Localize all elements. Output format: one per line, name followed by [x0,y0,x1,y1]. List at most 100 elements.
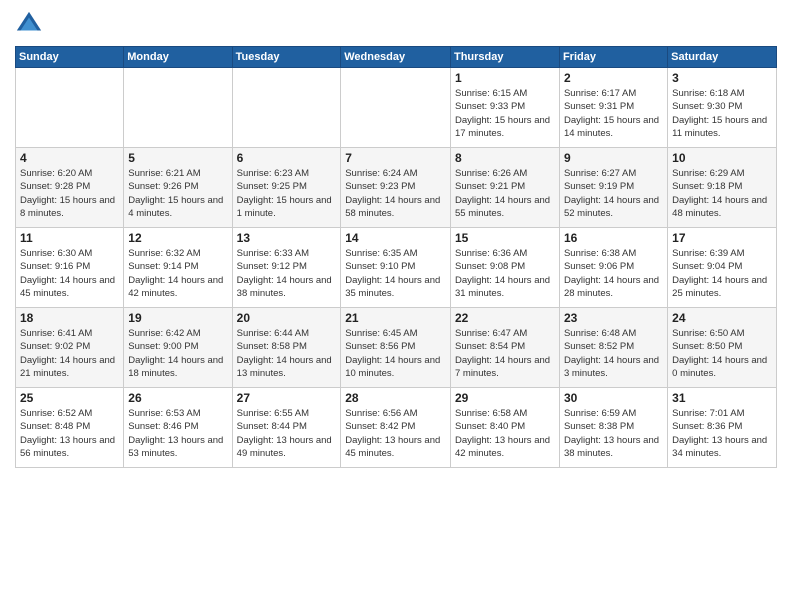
calendar-cell: 10 Sunrise: 6:29 AM Sunset: 9:18 PM Dayli… [668,148,777,228]
day-info: Sunrise: 6:56 AM Sunset: 8:42 PM Dayligh… [345,407,446,460]
day-info: Sunrise: 6:27 AM Sunset: 9:19 PM Dayligh… [564,167,663,220]
calendar-cell: 31 Sunrise: 7:01 AM Sunset: 8:36 PM Dayli… [668,388,777,468]
calendar-week-5: 25 Sunrise: 6:52 AM Sunset: 8:48 PM Dayli… [16,388,777,468]
day-number: 3 [672,71,772,85]
day-info: Sunrise: 7:01 AM Sunset: 8:36 PM Dayligh… [672,407,772,460]
calendar-week-2: 4 Sunrise: 6:20 AM Sunset: 9:28 PM Daylig… [16,148,777,228]
day-number: 28 [345,391,446,405]
day-info: Sunrise: 6:59 AM Sunset: 8:38 PM Dayligh… [564,407,663,460]
day-info: Sunrise: 6:58 AM Sunset: 8:40 PM Dayligh… [455,407,555,460]
day-number: 13 [237,231,337,245]
day-info: Sunrise: 6:20 AM Sunset: 9:28 PM Dayligh… [20,167,119,220]
day-number: 23 [564,311,663,325]
header [15,10,777,38]
day-number: 15 [455,231,555,245]
day-info: Sunrise: 6:35 AM Sunset: 9:10 PM Dayligh… [345,247,446,300]
calendar-cell: 19 Sunrise: 6:42 AM Sunset: 9:00 PM Dayli… [124,308,232,388]
day-number: 9 [564,151,663,165]
day-info: Sunrise: 6:47 AM Sunset: 8:54 PM Dayligh… [455,327,555,380]
calendar-cell [232,68,341,148]
day-info: Sunrise: 6:55 AM Sunset: 8:44 PM Dayligh… [237,407,337,460]
calendar-cell: 22 Sunrise: 6:47 AM Sunset: 8:54 PM Dayli… [450,308,559,388]
day-info: Sunrise: 6:29 AM Sunset: 9:18 PM Dayligh… [672,167,772,220]
calendar-table: SundayMondayTuesdayWednesdayThursdayFrid… [15,46,777,468]
day-info: Sunrise: 6:15 AM Sunset: 9:33 PM Dayligh… [455,87,555,140]
day-info: Sunrise: 6:44 AM Sunset: 8:58 PM Dayligh… [237,327,337,380]
day-info: Sunrise: 6:30 AM Sunset: 9:16 PM Dayligh… [20,247,119,300]
calendar-header-tuesday: Tuesday [232,47,341,68]
calendar-cell: 7 Sunrise: 6:24 AM Sunset: 9:23 PM Daylig… [341,148,451,228]
day-info: Sunrise: 6:21 AM Sunset: 9:26 PM Dayligh… [128,167,227,220]
calendar-week-4: 18 Sunrise: 6:41 AM Sunset: 9:02 PM Dayli… [16,308,777,388]
calendar-cell: 4 Sunrise: 6:20 AM Sunset: 9:28 PM Daylig… [16,148,124,228]
day-number: 5 [128,151,227,165]
calendar-cell: 26 Sunrise: 6:53 AM Sunset: 8:46 PM Dayli… [124,388,232,468]
day-number: 24 [672,311,772,325]
day-info: Sunrise: 6:52 AM Sunset: 8:48 PM Dayligh… [20,407,119,460]
calendar-cell: 16Sunrise: 6:38 AM Sunset: 9:06 PM Dayli… [559,228,667,308]
calendar-header-friday: Friday [559,47,667,68]
calendar-cell: 13 Sunrise: 6:33 AM Sunset: 9:12 PM Dayli… [232,228,341,308]
day-info: Sunrise: 6:26 AM Sunset: 9:21 PM Dayligh… [455,167,555,220]
day-info: Sunrise: 6:48 AM Sunset: 8:52 PM Dayligh… [564,327,663,380]
day-number: 31 [672,391,772,405]
day-number: 18 [20,311,119,325]
calendar-cell: 11 Sunrise: 6:30 AM Sunset: 9:16 PM Dayli… [16,228,124,308]
day-number: 8 [455,151,555,165]
calendar-cell [341,68,451,148]
calendar-cell: 17Sunrise: 6:39 AM Sunset: 9:04 PM Dayli… [668,228,777,308]
day-number: 11 [20,231,119,245]
calendar-cell: 29Sunrise: 6:58 AM Sunset: 8:40 PM Dayli… [450,388,559,468]
calendar-week-3: 11 Sunrise: 6:30 AM Sunset: 9:16 PM Dayli… [16,228,777,308]
day-number: 19 [128,311,227,325]
calendar-header-monday: Monday [124,47,232,68]
day-info: Sunrise: 6:24 AM Sunset: 9:23 PM Dayligh… [345,167,446,220]
calendar-header-sunday: Sunday [16,47,124,68]
day-number: 2 [564,71,663,85]
day-number: 22 [455,311,555,325]
day-info: Sunrise: 6:36 AM Sunset: 9:08 PM Dayligh… [455,247,555,300]
calendar-cell: 20 Sunrise: 6:44 AM Sunset: 8:58 PM Dayli… [232,308,341,388]
calendar-cell: 6 Sunrise: 6:23 AM Sunset: 9:25 PM Daylig… [232,148,341,228]
calendar-cell: 5 Sunrise: 6:21 AM Sunset: 9:26 PM Daylig… [124,148,232,228]
calendar-cell [16,68,124,148]
calendar-cell: 15 Sunrise: 6:36 AM Sunset: 9:08 PM Dayli… [450,228,559,308]
day-info: Sunrise: 6:23 AM Sunset: 9:25 PM Dayligh… [237,167,337,220]
calendar-cell: 27 Sunrise: 6:55 AM Sunset: 8:44 PM Dayli… [232,388,341,468]
day-number: 1 [455,71,555,85]
day-number: 12 [128,231,227,245]
day-number: 17 [672,231,772,245]
calendar-cell: 21 Sunrise: 6:45 AM Sunset: 8:56 PM Dayli… [341,308,451,388]
calendar-week-1: 1 Sunrise: 6:15 AM Sunset: 9:33 PM Daylig… [16,68,777,148]
calendar-cell: 18 Sunrise: 6:41 AM Sunset: 9:02 PM Dayli… [16,308,124,388]
day-info: Sunrise: 6:17 AM Sunset: 9:31 PM Dayligh… [564,87,663,140]
calendar-cell: 25 Sunrise: 6:52 AM Sunset: 8:48 PM Dayli… [16,388,124,468]
day-number: 25 [20,391,119,405]
day-number: 10 [672,151,772,165]
day-info: Sunrise: 6:50 AM Sunset: 8:50 PM Dayligh… [672,327,772,380]
calendar-cell: 14Sunrise: 6:35 AM Sunset: 9:10 PM Dayli… [341,228,451,308]
calendar-cell: 23 Sunrise: 6:48 AM Sunset: 8:52 PM Dayli… [559,308,667,388]
calendar-header-thursday: Thursday [450,47,559,68]
day-number: 6 [237,151,337,165]
day-number: 27 [237,391,337,405]
calendar-cell [124,68,232,148]
calendar-cell: 12Sunrise: 6:32 AM Sunset: 9:14 PM Dayli… [124,228,232,308]
day-info: Sunrise: 6:53 AM Sunset: 8:46 PM Dayligh… [128,407,227,460]
day-number: 4 [20,151,119,165]
day-info: Sunrise: 6:41 AM Sunset: 9:02 PM Dayligh… [20,327,119,380]
calendar-cell: 30Sunrise: 6:59 AM Sunset: 8:38 PM Dayli… [559,388,667,468]
calendar-cell: 28 Sunrise: 6:56 AM Sunset: 8:42 PM Dayli… [341,388,451,468]
calendar-header-wednesday: Wednesday [341,47,451,68]
day-info: Sunrise: 6:45 AM Sunset: 8:56 PM Dayligh… [345,327,446,380]
day-number: 7 [345,151,446,165]
page: SundayMondayTuesdayWednesdayThursdayFrid… [0,0,792,612]
day-number: 26 [128,391,227,405]
day-number: 20 [237,311,337,325]
day-info: Sunrise: 6:33 AM Sunset: 9:12 PM Dayligh… [237,247,337,300]
logo-icon [15,10,43,38]
calendar-cell: 3Sunrise: 6:18 AM Sunset: 9:30 PM Daylig… [668,68,777,148]
logo [15,10,47,38]
day-number: 21 [345,311,446,325]
day-info: Sunrise: 6:42 AM Sunset: 9:00 PM Dayligh… [128,327,227,380]
